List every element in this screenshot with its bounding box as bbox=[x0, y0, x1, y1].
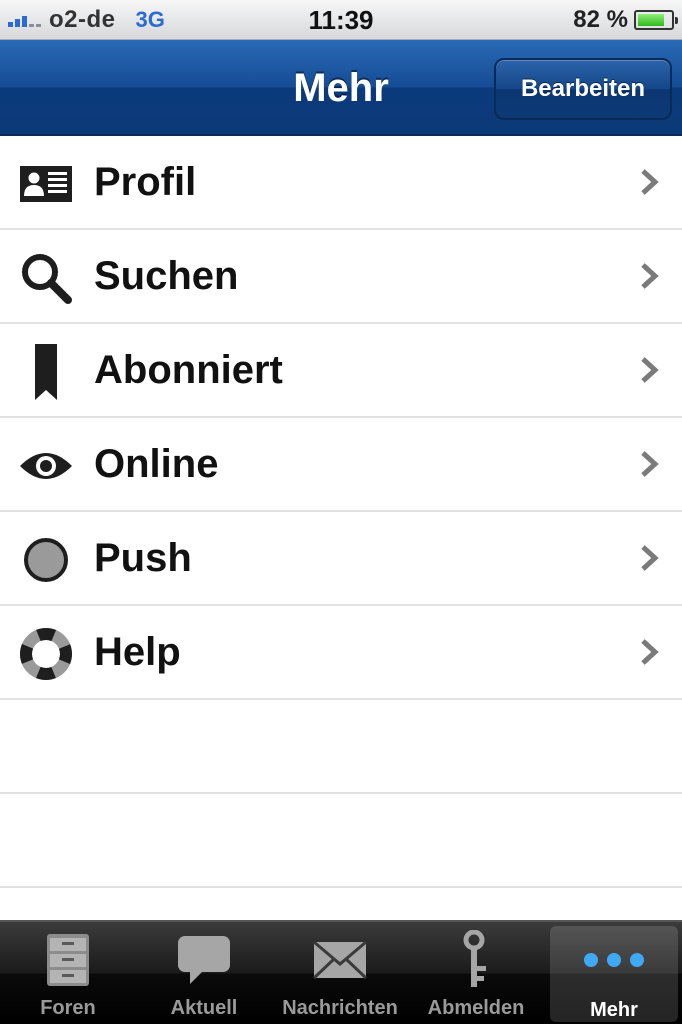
filing-cabinet-icon bbox=[0, 930, 136, 990]
status-right: 82 % bbox=[573, 0, 678, 40]
tab-foren[interactable]: Foren bbox=[0, 922, 136, 1024]
speech-bubble-icon bbox=[136, 930, 272, 990]
key-icon bbox=[408, 930, 544, 990]
battery-icon bbox=[634, 10, 678, 30]
tab-label: Mehr bbox=[590, 999, 638, 1021]
empty-row bbox=[0, 700, 682, 794]
menu-item-online[interactable]: Online bbox=[0, 418, 682, 512]
battery-percent: 82 % bbox=[573, 6, 628, 33]
tab-label: Abmelden bbox=[427, 997, 525, 1019]
search-icon bbox=[18, 250, 74, 306]
menu-item-label: Help bbox=[94, 630, 181, 674]
chevron-right-icon bbox=[641, 639, 659, 665]
more-menu-list: Profil Suchen Abonniert Online Push Help bbox=[0, 136, 682, 888]
bookmark-icon bbox=[18, 344, 74, 400]
chevron-right-icon bbox=[641, 169, 659, 195]
tab-label: Nachrichten bbox=[282, 997, 398, 1019]
eye-icon bbox=[18, 438, 74, 494]
tab-label: Aktuell bbox=[170, 997, 238, 1019]
menu-item-label: Profil bbox=[94, 160, 197, 204]
menu-item-label: Suchen bbox=[94, 254, 239, 298]
menu-item-label: Abonniert bbox=[94, 348, 283, 392]
envelope-icon bbox=[272, 930, 408, 990]
menu-item-profil[interactable]: Profil bbox=[0, 136, 682, 230]
tab-bar: Foren Aktuell Nachrichten Abmelden Mehr bbox=[0, 920, 682, 1024]
more-dots-icon bbox=[550, 930, 678, 990]
tab-abmelden[interactable]: Abmelden bbox=[408, 922, 544, 1024]
navigation-bar: Mehr Bearbeiten bbox=[0, 40, 682, 136]
profile-card-icon bbox=[18, 156, 74, 212]
tab-nachrichten[interactable]: Nachrichten bbox=[272, 922, 408, 1024]
menu-item-push[interactable]: Push bbox=[0, 512, 682, 606]
menu-item-help[interactable]: Help bbox=[0, 606, 682, 700]
circle-icon bbox=[18, 532, 74, 588]
chevron-right-icon bbox=[641, 263, 659, 289]
empty-row bbox=[0, 794, 682, 888]
menu-item-suchen[interactable]: Suchen bbox=[0, 230, 682, 324]
status-bar: o2-de 3G 11:39 82 % bbox=[0, 0, 682, 40]
tab-label: Foren bbox=[40, 997, 96, 1019]
tab-aktuell[interactable]: Aktuell bbox=[136, 922, 272, 1024]
tab-mehr[interactable]: Mehr bbox=[550, 926, 678, 1022]
chevron-right-icon bbox=[641, 451, 659, 477]
battery-level bbox=[638, 14, 665, 26]
menu-item-label: Push bbox=[94, 536, 192, 580]
edit-button[interactable]: Bearbeiten bbox=[494, 58, 672, 120]
menu-item-abonniert[interactable]: Abonniert bbox=[0, 324, 682, 418]
menu-item-label: Online bbox=[94, 442, 219, 486]
lifebuoy-icon bbox=[18, 626, 74, 682]
chevron-right-icon bbox=[641, 357, 659, 383]
chevron-right-icon bbox=[641, 545, 659, 571]
